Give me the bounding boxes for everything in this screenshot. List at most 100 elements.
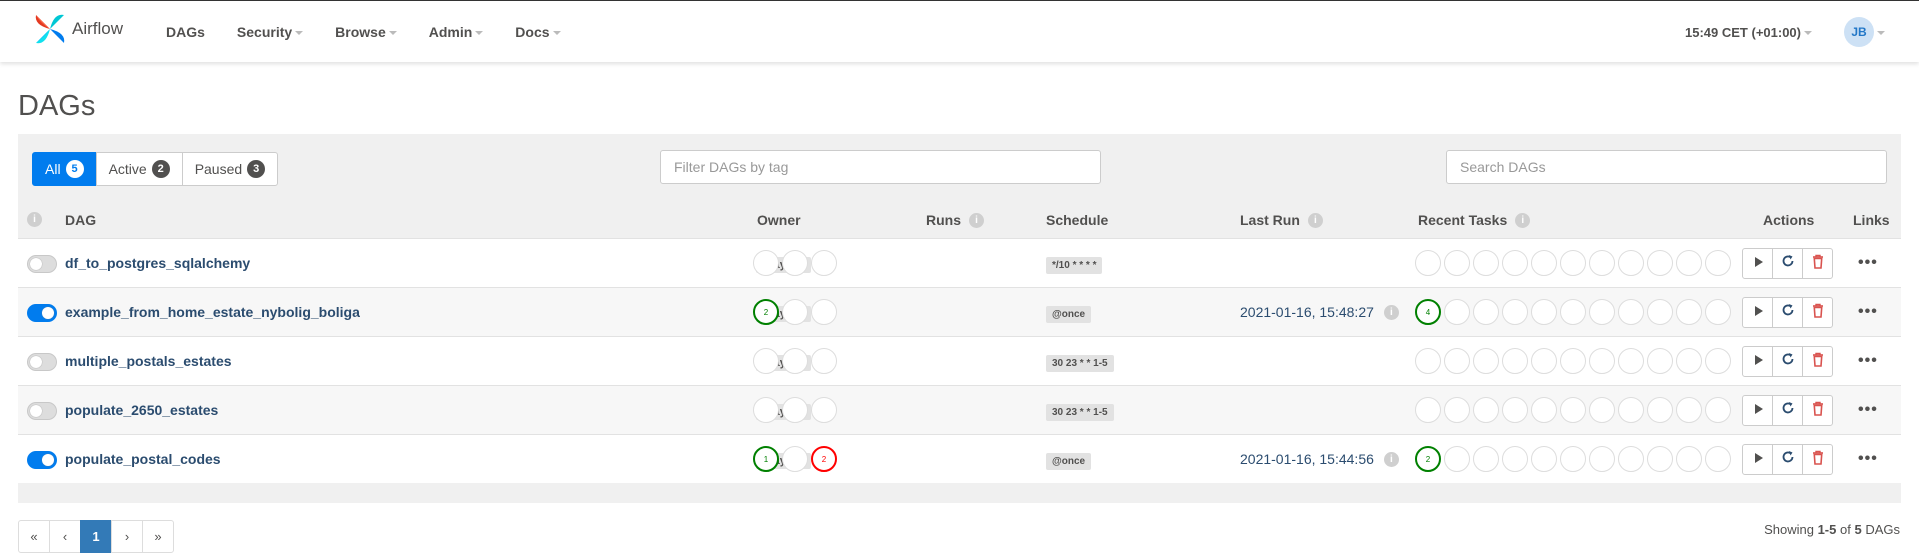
schedule-badge[interactable]: 30 23 * * 1-5 (1046, 355, 1114, 372)
refresh-dag-button[interactable] (1772, 395, 1803, 426)
dag-info-header[interactable]: i (27, 212, 42, 227)
dag-name-link[interactable]: populate_2650_estates (65, 402, 218, 418)
nav-security[interactable]: Security (237, 24, 304, 40)
run-state-circle[interactable] (811, 397, 837, 423)
trigger-dag-button[interactable] (1742, 297, 1773, 328)
dag-name-link[interactable]: example_from_home_estate_nybolig_boliga (65, 304, 360, 320)
task-state-circle[interactable] (1473, 446, 1499, 472)
schedule-badge[interactable]: @once (1046, 453, 1092, 470)
refresh-dag-button[interactable] (1772, 248, 1803, 279)
delete-dag-button[interactable] (1802, 297, 1833, 328)
tag-filter-input[interactable]: Filter DAGs by tag (660, 150, 1101, 184)
task-state-circle[interactable] (1705, 446, 1731, 472)
run-state-circle[interactable] (782, 299, 808, 325)
nav-dags[interactable]: DAGs (166, 24, 205, 40)
task-state-circle[interactable] (1589, 250, 1615, 276)
task-state-circle[interactable] (1444, 250, 1470, 276)
delete-dag-button[interactable] (1802, 248, 1833, 279)
task-state-circle[interactable] (1444, 299, 1470, 325)
task-state-circle[interactable] (1705, 397, 1731, 423)
delete-dag-button[interactable] (1802, 444, 1833, 475)
task-state-circle[interactable] (1647, 250, 1673, 276)
pause-toggle[interactable] (27, 304, 57, 322)
task-state-circle[interactable] (1647, 348, 1673, 374)
info-icon[interactable]: i (1515, 212, 1531, 228)
pause-toggle[interactable] (27, 255, 57, 273)
task-state-circle[interactable] (1531, 299, 1557, 325)
last-run-link[interactable]: 2021-01-16, 15:48:27 (1240, 304, 1374, 320)
timezone-clock[interactable]: 15:49 CET (+01:00) (1685, 25, 1812, 40)
page-next-button[interactable]: › (111, 520, 143, 553)
dag-name-link[interactable]: multiple_postals_estates (65, 353, 232, 369)
more-icon[interactable]: ••• (1858, 353, 1878, 369)
task-state-circle[interactable]: 4 (1415, 299, 1441, 325)
run-state-circle[interactable] (811, 299, 837, 325)
task-state-circle[interactable] (1444, 348, 1470, 374)
task-state-circle[interactable] (1647, 299, 1673, 325)
task-state-circle[interactable] (1444, 397, 1470, 423)
task-state-circle[interactable] (1444, 446, 1470, 472)
run-state-circle[interactable]: 2 (811, 446, 837, 472)
trigger-dag-button[interactable] (1742, 444, 1773, 475)
task-state-circle[interactable] (1473, 299, 1499, 325)
more-icon[interactable]: ••• (1858, 402, 1878, 418)
run-state-circle[interactable] (811, 250, 837, 276)
page-current-button[interactable]: 1 (80, 520, 112, 553)
run-state-circle[interactable] (782, 446, 808, 472)
task-state-circle[interactable] (1531, 250, 1557, 276)
run-state-circle[interactable]: 2 (753, 299, 779, 325)
more-icon[interactable]: ••• (1858, 451, 1878, 467)
page-first-button[interactable]: « (18, 520, 50, 553)
run-state-circle[interactable]: 1 (753, 446, 779, 472)
col-dag[interactable]: DAG (65, 212, 96, 228)
brand[interactable]: Airflow (32, 11, 123, 51)
run-state-circle[interactable] (753, 348, 779, 374)
page-prev-button[interactable]: ‹ (49, 520, 81, 553)
task-state-circle[interactable] (1502, 397, 1528, 423)
schedule-badge[interactable]: @once (1046, 306, 1092, 323)
task-state-circle[interactable] (1676, 348, 1702, 374)
run-state-circle[interactable] (782, 250, 808, 276)
filter-paused-button[interactable]: Paused 3 (181, 152, 279, 186)
info-icon[interactable]: i (1383, 451, 1399, 467)
task-state-circle[interactable] (1473, 348, 1499, 374)
task-state-circle[interactable] (1415, 250, 1441, 276)
trigger-dag-button[interactable] (1742, 395, 1773, 426)
task-state-circle[interactable] (1589, 397, 1615, 423)
task-state-circle[interactable] (1618, 250, 1644, 276)
filter-active-button[interactable]: Active 2 (95, 152, 183, 186)
dag-name-link[interactable]: df_to_postgres_sqlalchemy (65, 255, 250, 271)
task-state-circle[interactable] (1560, 299, 1586, 325)
task-state-circle[interactable]: 2 (1415, 446, 1441, 472)
task-state-circle[interactable] (1618, 348, 1644, 374)
search-input[interactable]: Search DAGs (1446, 150, 1887, 184)
task-state-circle[interactable] (1618, 397, 1644, 423)
refresh-dag-button[interactable] (1772, 346, 1803, 377)
task-state-circle[interactable] (1589, 299, 1615, 325)
task-state-circle[interactable] (1676, 397, 1702, 423)
task-state-circle[interactable] (1502, 250, 1528, 276)
task-state-circle[interactable] (1560, 348, 1586, 374)
page-last-button[interactable]: » (142, 520, 174, 553)
trigger-dag-button[interactable] (1742, 346, 1773, 377)
pause-toggle[interactable] (27, 353, 57, 371)
delete-dag-button[interactable] (1802, 395, 1833, 426)
task-state-circle[interactable] (1415, 397, 1441, 423)
run-state-circle[interactable] (753, 250, 779, 276)
pause-toggle[interactable] (27, 451, 57, 469)
task-state-circle[interactable] (1560, 397, 1586, 423)
more-icon[interactable]: ••• (1858, 304, 1878, 320)
run-state-circle[interactable] (782, 397, 808, 423)
schedule-badge[interactable]: 30 23 * * 1-5 (1046, 404, 1114, 421)
last-run-link[interactable]: 2021-01-16, 15:44:56 (1240, 451, 1374, 467)
info-icon[interactable]: i (1383, 304, 1399, 320)
run-state-circle[interactable] (811, 348, 837, 374)
dag-name-link[interactable]: populate_postal_codes (65, 451, 221, 467)
more-icon[interactable]: ••• (1858, 255, 1878, 271)
nav-docs[interactable]: Docs (515, 24, 561, 40)
task-state-circle[interactable] (1705, 250, 1731, 276)
info-icon[interactable]: i (969, 212, 984, 228)
task-state-circle[interactable] (1618, 446, 1644, 472)
task-state-circle[interactable] (1473, 397, 1499, 423)
task-state-circle[interactable] (1618, 299, 1644, 325)
